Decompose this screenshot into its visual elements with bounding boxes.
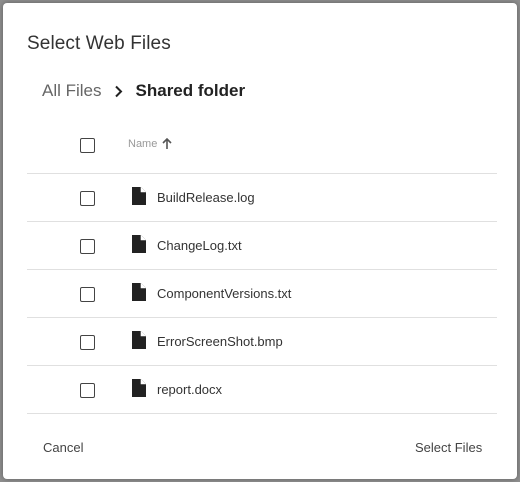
table-header: Name — [27, 121, 497, 174]
select-all-checkbox[interactable] — [80, 138, 95, 153]
dialog-title: Select Web Files — [27, 33, 171, 54]
file-icon — [132, 235, 146, 253]
arrow-up-icon — [162, 138, 172, 150]
file-name: ErrorScreenShot.bmp — [157, 334, 283, 349]
row-checkbox[interactable] — [80, 191, 95, 206]
file-name: report.docx — [157, 382, 223, 397]
file-name: ComponentVersions.txt — [157, 286, 292, 301]
breadcrumb-all-files[interactable]: All Files — [42, 81, 102, 101]
row-checkbox[interactable] — [80, 287, 95, 302]
cancel-button[interactable]: Cancel — [43, 440, 83, 455]
row-checkbox[interactable] — [80, 383, 95, 398]
file-icon — [132, 379, 146, 397]
file-name: ChangeLog.txt — [157, 238, 242, 253]
file-icon — [132, 187, 146, 205]
row-checkbox[interactable] — [80, 335, 95, 350]
table-row[interactable]: ComponentVersions.txt — [27, 270, 497, 318]
breadcrumb: All Files Shared folder — [42, 78, 245, 104]
name-column-label: Name — [128, 138, 158, 150]
table-row[interactable]: ErrorScreenShot.bmp — [27, 318, 497, 366]
table-row[interactable]: BuildRelease.log — [27, 174, 497, 222]
breadcrumb-shared-folder: Shared folder — [135, 81, 246, 100]
file-name: BuildRelease.log — [157, 190, 255, 205]
row-checkbox[interactable] — [80, 239, 95, 254]
select-web-files-dialog: Select Web Files All Files Shared folder… — [3, 3, 517, 479]
file-icon — [132, 331, 146, 349]
chevron-right-icon — [106, 85, 132, 98]
table-row[interactable]: ChangeLog.txt — [27, 222, 497, 270]
name-column-header[interactable]: Name — [128, 138, 172, 150]
file-icon — [132, 283, 146, 301]
select-files-button[interactable]: Select Files — [415, 440, 482, 455]
table-row[interactable]: report.docx — [27, 366, 497, 414]
